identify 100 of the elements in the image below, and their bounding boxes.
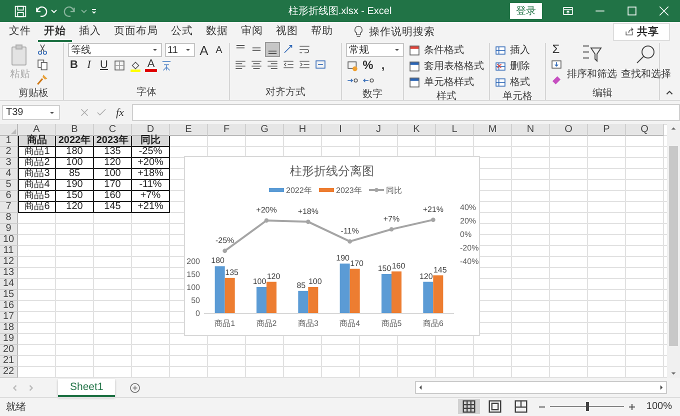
column-header[interactable]: Q [626, 124, 664, 136]
accounting-format-icon[interactable] [346, 59, 359, 72]
row-header[interactable]: 2 [0, 147, 18, 158]
sheet-tab[interactable]: Sheet1 [58, 378, 116, 396]
column-header[interactable]: B [56, 124, 94, 136]
save-icon[interactable] [13, 4, 28, 18]
row-header[interactable]: 1 [0, 136, 18, 147]
undo-icon[interactable] [33, 4, 48, 18]
row-header[interactable]: 21 [0, 356, 18, 367]
row-header[interactable]: 6 [0, 191, 18, 202]
copy-icon[interactable] [36, 58, 49, 71]
styles-menu-button[interactable]: 单元格样式 [424, 75, 474, 89]
ribbon-tab[interactable]: 开始 [38, 22, 72, 42]
decrease-indent-icon[interactable] [282, 58, 295, 71]
column-header[interactable]: F [208, 124, 246, 136]
font-style-button[interactable]: I [83, 59, 95, 72]
column-header[interactable]: P [588, 124, 626, 136]
row-header[interactable]: 15 [0, 290, 18, 301]
find-select-button[interactable]: 查找和选择 [621, 67, 671, 81]
row-header[interactable]: 13 [0, 268, 18, 279]
horizontal-align-icon[interactable] [266, 58, 279, 71]
table-style-icon[interactable] [408, 76, 421, 88]
phonetic-guide-icon[interactable] [160, 59, 173, 72]
row-header[interactable]: 3 [0, 158, 18, 169]
insert-function-button[interactable]: fx [116, 106, 124, 118]
column-header[interactable]: N [512, 124, 550, 136]
table-style-icon[interactable] [408, 44, 421, 56]
increase-indent-icon[interactable] [298, 58, 311, 71]
comma-style-button[interactable]: , [377, 59, 389, 72]
column-header[interactable]: K [398, 124, 436, 136]
fill-color-icon[interactable] [129, 59, 142, 72]
font-color-button[interactable]: A [145, 59, 157, 72]
table-style-icon[interactable] [408, 60, 421, 72]
row-header[interactable]: 20 [0, 345, 18, 356]
row-header[interactable]: 12 [0, 257, 18, 268]
lightbulb-icon[interactable] [352, 25, 365, 38]
ribbon-display-icon[interactable] [561, 4, 575, 18]
row-header[interactable]: 8 [0, 213, 18, 224]
row-header[interactable]: 4 [0, 169, 18, 180]
styles-menu-button[interactable]: 条件格式 [424, 43, 464, 57]
normal-view-icon[interactable] [458, 399, 480, 414]
cells-menu-button[interactable]: 格式 [510, 75, 530, 89]
column-header[interactable]: H [284, 124, 322, 136]
cells-grid-icon[interactable] [494, 76, 507, 88]
shrink-font-button[interactable]: A [213, 44, 225, 56]
row-header[interactable]: 19 [0, 334, 18, 345]
add-sheet-icon[interactable] [129, 382, 142, 394]
collapse-ribbon-icon[interactable] [665, 88, 674, 97]
vertical-align-icon[interactable] [266, 43, 279, 56]
ribbon-tab[interactable]: 页面布局 [108, 22, 164, 42]
slider-thumb[interactable] [586, 402, 590, 411]
row-header[interactable]: 7 [0, 202, 18, 213]
cells-grid-icon[interactable] [494, 60, 507, 72]
name-box[interactable]: T39 [2, 105, 60, 120]
zoom-in-icon[interactable] [628, 402, 636, 410]
caret-icon[interactable] [50, 7, 58, 15]
row-header[interactable]: 5 [0, 180, 18, 191]
row-header[interactable]: 16 [0, 301, 18, 312]
column-header[interactable]: G [246, 124, 284, 136]
close-icon[interactable] [657, 4, 671, 18]
column-header[interactable]: D [132, 124, 170, 136]
fill-down-icon[interactable] [550, 58, 563, 71]
merge-cells-icon[interactable] [314, 58, 327, 71]
ribbon-tab[interactable]: 帮助 [305, 22, 339, 42]
row-header[interactable]: 11 [0, 246, 18, 257]
row-header[interactable]: 17 [0, 312, 18, 323]
number-format-field[interactable]: 常规 [346, 43, 404, 57]
font-size-field[interactable]: 11 [164, 43, 195, 57]
column-header[interactable]: C [94, 124, 132, 136]
row-header[interactable]: 18 [0, 323, 18, 334]
ribbon-tab[interactable]: 视图 [270, 22, 304, 42]
ribbon-tab[interactable]: 文件 [3, 22, 37, 42]
wrap-text-icon[interactable] [298, 43, 311, 56]
font-style-button[interactable]: U [98, 59, 110, 72]
autosum-button[interactable]: Σ [550, 43, 562, 56]
column-header[interactable]: E [170, 124, 208, 136]
row-header[interactable]: 10 [0, 235, 18, 246]
formula-input[interactable] [132, 104, 680, 121]
horizontal-align-icon[interactable] [250, 58, 263, 71]
font-name-field[interactable]: 等线 [68, 43, 162, 57]
chart-background[interactable]: 柱形折线分离图 2022年 2023年 同比 -25% +20% +18% -11% +7% +21% 40% 20% 0% -20% -40% 0 50 100 150 200 180 135 100120 85 100 190170 150160 120 145 商品1 商品2 商品3 商品4 商品5 商品6 [184, 156, 480, 336]
cells-grid-icon[interactable] [494, 44, 507, 56]
grow-font-button[interactable]: A [198, 44, 210, 56]
ribbon-tab[interactable]: 插入 [73, 22, 107, 42]
search-hint[interactable]: 操作说明搜索 [369, 24, 435, 38]
column-header[interactable]: I [322, 124, 360, 136]
customize-icon[interactable] [90, 7, 98, 15]
maximize-icon[interactable] [625, 4, 639, 18]
row-header[interactable]: 14 [0, 279, 18, 290]
vertical-scrollbar[interactable] [667, 124, 680, 378]
share-button[interactable]: 共享 [613, 22, 670, 40]
horizontal-align-icon[interactable] [234, 58, 247, 71]
column-header[interactable]: M [474, 124, 512, 136]
styles-menu-button[interactable]: 套用表格格式 [424, 59, 484, 73]
ribbon-tab[interactable]: 审阅 [235, 22, 269, 42]
column-header[interactable]: O [550, 124, 588, 136]
borders-icon[interactable] [113, 59, 126, 72]
scissors-icon[interactable] [36, 43, 49, 56]
percent-button[interactable]: % [362, 59, 374, 72]
login-button[interactable]: 登录 [510, 3, 542, 19]
